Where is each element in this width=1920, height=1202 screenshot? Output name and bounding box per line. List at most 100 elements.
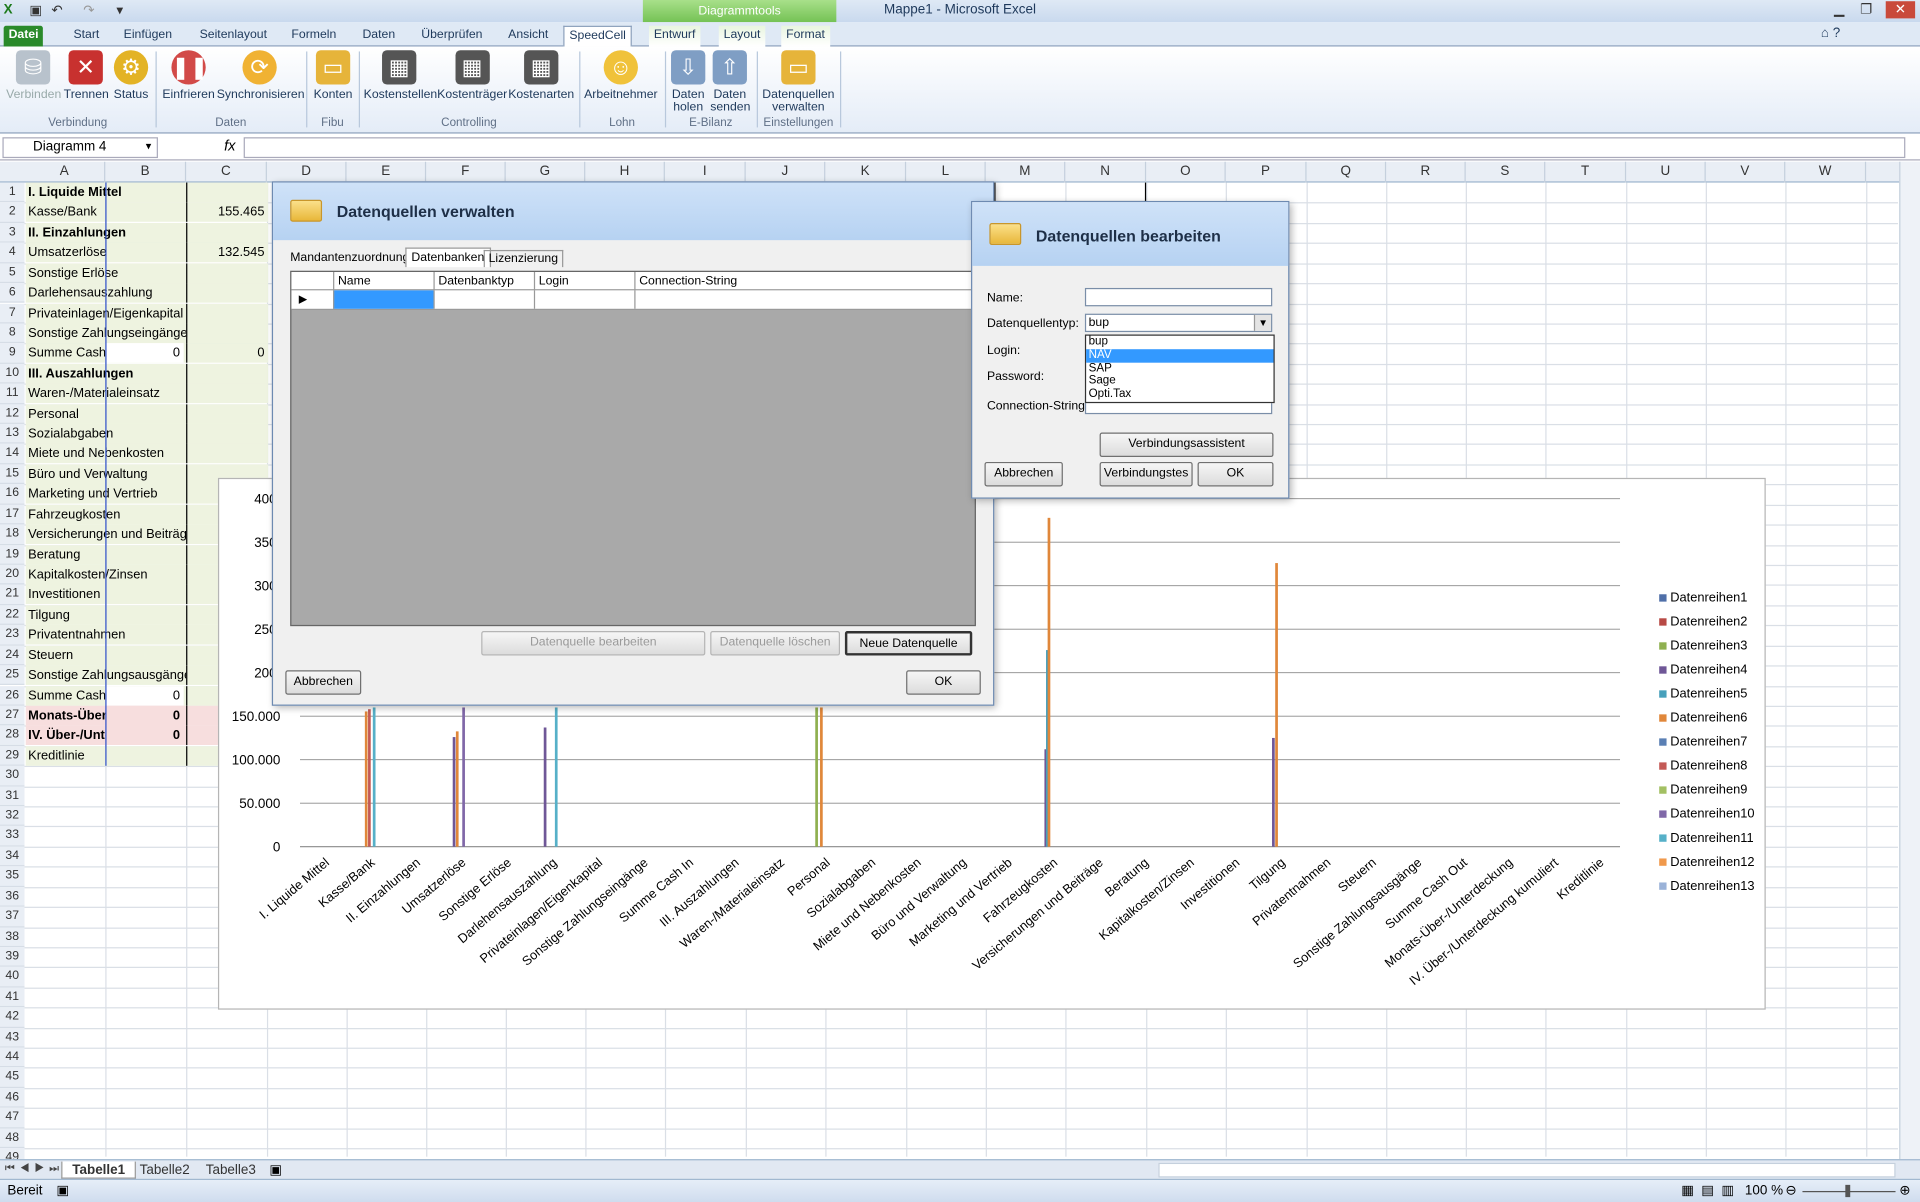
help-icon[interactable]: ⌂ ? [1821, 26, 1840, 41]
daten-senden-button[interactable]: ⇧ Daten senden [710, 50, 750, 114]
datasource-table[interactable]: Name Datenbanktyp Login Connection-Strin… [290, 270, 976, 627]
cell-name[interactable] [333, 290, 434, 309]
tab-entwurf[interactable]: Entwurf [648, 25, 701, 47]
row-header[interactable]: 40 [0, 967, 25, 988]
cell-c[interactable]: 155.465 [186, 202, 269, 223]
row-header[interactable]: 19 [0, 544, 25, 565]
datenquellen-verwalten-button[interactable]: ▭ Datenquellen verwalten [760, 50, 836, 114]
arbeitnehmer-button[interactable]: ☺ Arbeitnehmer [584, 50, 658, 101]
cell-b[interactable]: 0 [105, 343, 184, 364]
zoom-level[interactable]: 100 % [1745, 1180, 1783, 1202]
column-header[interactable]: C [186, 161, 267, 183]
sheet-tab-3[interactable]: Tabelle3 [196, 1162, 266, 1179]
kostenstellen-button[interactable]: ▦ Kostenstellen [364, 50, 437, 101]
column-header[interactable]: G [506, 161, 586, 183]
row-header[interactable]: 5 [0, 263, 25, 284]
row-header[interactable]: 9 [0, 343, 25, 364]
row-header[interactable]: 38 [0, 926, 25, 948]
function-icon[interactable]: fx [224, 137, 235, 154]
column-header[interactable]: Q [1307, 161, 1387, 183]
column-header[interactable]: B [105, 161, 187, 183]
qat-dropdown-icon[interactable]: ▾ [116, 2, 123, 19]
status-button[interactable]: ⚙ Status [111, 50, 150, 101]
cancel-button[interactable]: Abbrechen [285, 670, 362, 695]
tab-lizenzierung[interactable]: Lizenzierung [483, 249, 563, 268]
name-box[interactable]: Diagramm 4 [2, 137, 158, 159]
column-header[interactable]: J [746, 161, 826, 183]
chart-bar[interactable] [554, 707, 558, 847]
row-header[interactable]: 11 [0, 383, 25, 404]
row-header[interactable]: 25 [0, 665, 25, 686]
row-header[interactable]: 42 [0, 1007, 25, 1028]
cell-c[interactable] [186, 283, 269, 303]
type-select[interactable]: bup [1084, 313, 1273, 333]
chart-bar[interactable] [543, 727, 547, 847]
row-header[interactable]: 23 [0, 625, 25, 646]
chart-bar[interactable] [372, 707, 376, 847]
cell-c[interactable] [186, 182, 269, 203]
verbinden-button[interactable]: ⛁ Verbinden [6, 50, 61, 101]
close-icon[interactable]: ✕ [1885, 1, 1916, 19]
chart-bar[interactable] [1272, 737, 1275, 847]
row-header[interactable]: 17 [0, 504, 25, 525]
trennen-button[interactable]: ✕ Trennen [64, 50, 109, 101]
ok-button[interactable]: OK [1197, 461, 1274, 487]
edit-datasource-button[interactable]: Datenquelle bearbeiten [481, 631, 706, 656]
cell-c[interactable] [186, 323, 269, 344]
cell-connection[interactable] [634, 290, 974, 309]
minimize-icon[interactable]: ▁ [1827, 1, 1851, 18]
tab-daten[interactable]: Daten [358, 26, 400, 47]
row-header[interactable]: 1 [0, 182, 25, 203]
cell-b[interactable]: 0 [105, 705, 184, 726]
chart-bar[interactable] [820, 707, 823, 847]
tab-formeln[interactable]: Formeln [287, 26, 342, 47]
row-header[interactable]: 43 [0, 1027, 25, 1048]
chart-bar[interactable] [452, 737, 456, 847]
type-dropdown-list[interactable]: bup NAV SAP Sage Opti.Tax [1084, 334, 1275, 404]
cell-c[interactable] [186, 403, 269, 424]
konten-button[interactable]: ▭ Konten [311, 50, 355, 101]
row-header[interactable]: 10 [0, 363, 25, 384]
daten-holen-button[interactable]: ⇩ Daten holen [670, 50, 707, 114]
save-icon[interactable]: ▣ [29, 2, 42, 19]
cell-c[interactable] [186, 383, 269, 404]
column-header[interactable]: P [1226, 161, 1307, 183]
row-header[interactable]: 34 [0, 846, 25, 867]
tab-ansicht[interactable]: Ansicht [503, 26, 553, 47]
row-header[interactable]: 29 [0, 745, 25, 766]
row-header[interactable]: 48 [0, 1128, 25, 1149]
redo-icon[interactable]: ↷ [83, 2, 94, 19]
row-header[interactable]: 32 [0, 806, 25, 827]
row-header[interactable]: 28 [0, 725, 25, 746]
row-header[interactable]: 39 [0, 947, 25, 968]
row-header[interactable]: 15 [0, 464, 25, 485]
cell-b[interactable]: 0 [105, 725, 184, 746]
row-header[interactable]: 45 [0, 1067, 25, 1088]
new-datasource-button[interactable]: Neue Datenquelle [844, 631, 973, 656]
tab-speedcell[interactable]: SpeedCell [563, 25, 633, 47]
row-header[interactable]: 41 [0, 987, 25, 1008]
column-header[interactable]: E [347, 161, 427, 183]
column-header[interactable]: M [986, 161, 1066, 183]
cell-c[interactable]: 0 [186, 343, 269, 364]
option-optitax[interactable]: Opti.Tax [1086, 388, 1273, 402]
cell-b[interactable]: 0 [105, 685, 184, 706]
row-header[interactable]: 33 [0, 826, 25, 847]
tab-datenbanken[interactable]: Datenbanken [405, 247, 491, 268]
row-header[interactable]: 6 [0, 283, 25, 304]
view-buttons[interactable]: ▦▤▥ [1681, 1180, 1741, 1202]
cell-c[interactable] [186, 222, 269, 243]
row-header[interactable]: 18 [0, 524, 25, 545]
row-header[interactable]: 24 [0, 645, 25, 666]
einfrieren-button[interactable]: ❚❚ Einfrieren [162, 50, 216, 101]
sheet-tab-2[interactable]: Tabelle2 [130, 1162, 200, 1179]
chevron-down-icon[interactable]: ▼ [1253, 314, 1272, 331]
chart-bar[interactable] [1047, 517, 1051, 847]
formula-input[interactable] [243, 137, 1906, 159]
column-header[interactable]: A [24, 161, 106, 183]
restore-icon[interactable]: ❐ [1854, 1, 1878, 18]
column-header[interactable]: N [1065, 161, 1147, 183]
connection-test-button[interactable]: Verbindungstes [1099, 461, 1193, 487]
row-header[interactable]: 30 [0, 766, 25, 787]
chart-bar[interactable] [368, 709, 371, 847]
